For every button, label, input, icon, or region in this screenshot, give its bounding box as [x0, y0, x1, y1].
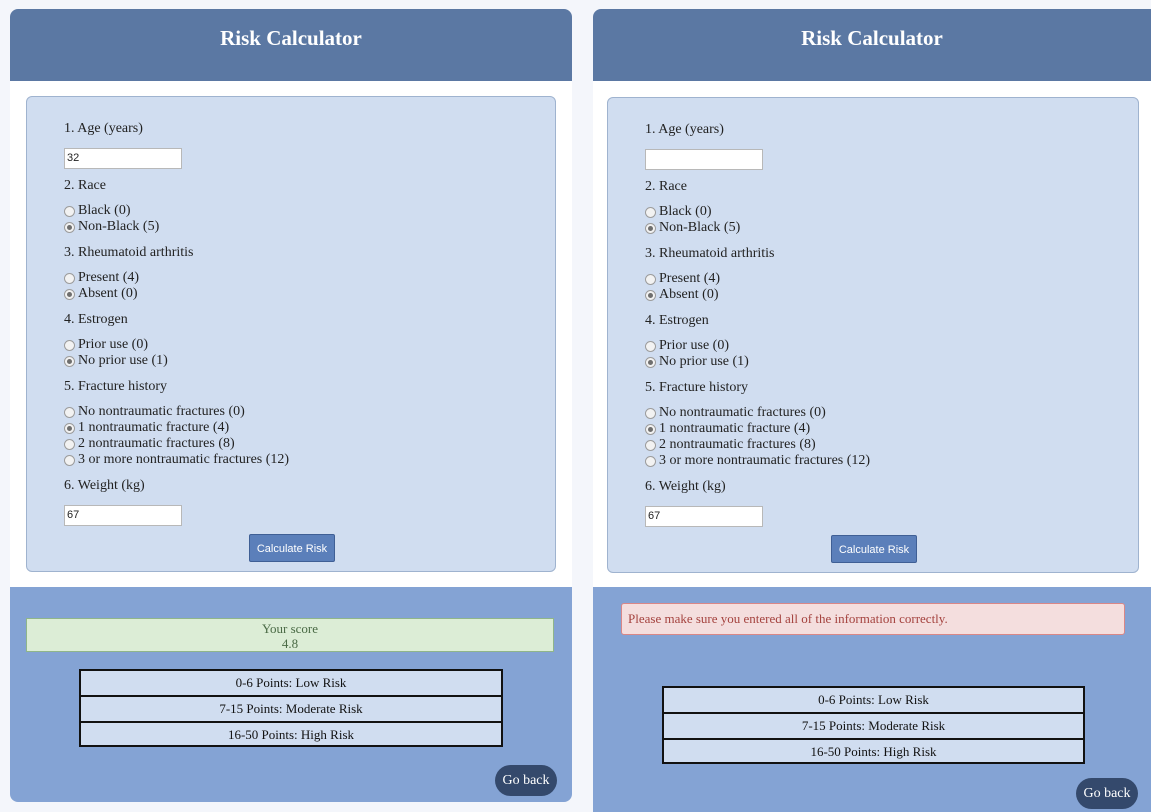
radio-selected[interactable] — [64, 422, 75, 434]
score-box: Your score 4.8 — [26, 618, 554, 652]
radio-unselected[interactable] — [64, 438, 75, 450]
calculate-risk-button[interactable]: Calculate Risk — [249, 534, 335, 562]
fracture-option-1[interactable]: 1 nontraumatic fracture (4) — [645, 421, 870, 437]
ra-option-present[interactable]: Present (4) — [64, 270, 289, 286]
radio-unselected[interactable] — [645, 407, 656, 419]
risk-legend-table: 0-6 Points: Low Risk 7-15 Points: Modera… — [662, 686, 1085, 764]
race-label: 2. Race — [64, 178, 106, 193]
risk-row-high: 16-50 Points: High Risk — [810, 744, 937, 759]
error-message: Please make sure you entered all of the … — [621, 603, 1125, 635]
fracture-option-0[interactable]: No nontraumatic fractures (0) — [64, 404, 289, 420]
age-input[interactable]: 32 — [64, 148, 182, 169]
page-title: Risk Calculator — [593, 9, 1151, 81]
risk-row-high: 16-50 Points: High Risk — [227, 727, 355, 742]
weight-label: 6. Weight (kg) — [645, 479, 726, 494]
risk-row-moderate: 7-15 Points: Moderate Risk — [664, 714, 1083, 740]
page-title: Risk Calculator — [10, 9, 572, 81]
radio-unselected[interactable] — [645, 340, 656, 352]
ra-option-absent[interactable]: Absent (0) — [645, 287, 870, 303]
estrogen-option-no-prior[interactable]: No prior use (1) — [64, 353, 289, 369]
radio-unselected[interactable] — [64, 406, 75, 418]
result-area: Your score 4.8 0-6 Points: Low Risk 7-15… — [10, 587, 572, 802]
fracture-option-0[interactable]: No nontraumatic fractures (0) — [645, 405, 870, 421]
race-option-black[interactable]: Black (0) — [64, 203, 289, 219]
radio-unselected[interactable] — [645, 273, 656, 285]
radio-unselected[interactable] — [645, 439, 656, 451]
risk-form: 1. Age (years) 32 2. Race Black (0) Non-… — [26, 96, 556, 572]
fracture-option-1[interactable]: 1 nontraumatic fracture (4) — [64, 420, 289, 436]
age-label: 1. Age (years) — [64, 121, 143, 136]
radio-selected[interactable] — [64, 288, 75, 300]
race-option-non-black[interactable]: Non-Black (5) — [645, 220, 870, 236]
ra-label: 3. Rheumatoid arthritis — [64, 245, 194, 260]
calculator-panel-right: Risk Calculator 1. Age (years) 2. Race B… — [593, 9, 1151, 812]
go-back-button[interactable]: Go back — [1076, 778, 1138, 809]
race-option-black[interactable]: Black (0) — [645, 204, 870, 220]
risk-row-low: 0-6 Points: Low Risk — [664, 688, 1083, 714]
radio-unselected[interactable] — [64, 339, 75, 351]
radio-unselected[interactable] — [645, 206, 656, 218]
radio-selected[interactable] — [64, 221, 75, 233]
estrogen-option-prior[interactable]: Prior use (0) — [645, 338, 870, 354]
radio-unselected[interactable] — [64, 272, 75, 284]
weight-input[interactable]: 67 — [645, 506, 763, 527]
radio-unselected[interactable] — [645, 455, 656, 467]
fracture-option-3[interactable]: 3 or more nontraumatic fractures (12) — [64, 452, 289, 468]
weight-label: 6. Weight (kg) — [64, 478, 145, 493]
ra-option-absent[interactable]: Absent (0) — [64, 286, 289, 302]
result-area: Please make sure you entered all of the … — [593, 587, 1151, 812]
calculate-risk-button[interactable]: Calculate Risk — [831, 535, 917, 563]
race-option-non-black[interactable]: Non-Black (5) — [64, 219, 289, 235]
estrogen-label: 4. Estrogen — [645, 313, 709, 328]
fracture-option-2[interactable]: 2 nontraumatic fractures (8) — [64, 436, 289, 452]
estrogen-label: 4. Estrogen — [64, 312, 128, 327]
ra-label: 3. Rheumatoid arthritis — [645, 246, 775, 261]
radio-selected[interactable] — [645, 289, 656, 301]
age-label: 1. Age (years) — [645, 122, 724, 137]
fracture-option-2[interactable]: 2 nontraumatic fractures (8) — [645, 437, 870, 453]
score-label: Your score — [261, 621, 319, 636]
risk-form: 1. Age (years) 2. Race Black (0) Non-Bla… — [607, 97, 1139, 573]
risk-legend-table: 0-6 Points: Low Risk 7-15 Points: Modera… — [79, 669, 503, 747]
radio-selected[interactable] — [645, 423, 656, 435]
fracture-option-3[interactable]: 3 or more nontraumatic fractures (12) — [645, 453, 870, 469]
age-input[interactable] — [645, 149, 763, 170]
radio-selected[interactable] — [645, 356, 656, 368]
ra-option-present[interactable]: Present (4) — [645, 271, 870, 287]
race-label: 2. Race — [645, 179, 687, 194]
go-back-button[interactable]: Go back — [495, 765, 557, 796]
fracture-label: 5. Fracture history — [64, 379, 168, 394]
radio-unselected[interactable] — [64, 205, 75, 217]
estrogen-option-no-prior[interactable]: No prior use (1) — [645, 354, 870, 370]
fracture-label: 5. Fracture history — [645, 380, 749, 395]
calculator-panel-left: Risk Calculator 1. Age (years) 32 2. Rac… — [10, 9, 572, 802]
score-value: 4.8 — [281, 636, 299, 651]
weight-input[interactable]: 67 — [64, 505, 182, 526]
radio-selected[interactable] — [64, 355, 75, 367]
radio-selected[interactable] — [645, 222, 656, 234]
risk-row-low: 0-6 Points: Low Risk — [81, 671, 501, 697]
radio-unselected[interactable] — [64, 454, 75, 466]
risk-row-moderate: 7-15 Points: Moderate Risk — [81, 697, 501, 723]
estrogen-option-prior[interactable]: Prior use (0) — [64, 337, 289, 353]
